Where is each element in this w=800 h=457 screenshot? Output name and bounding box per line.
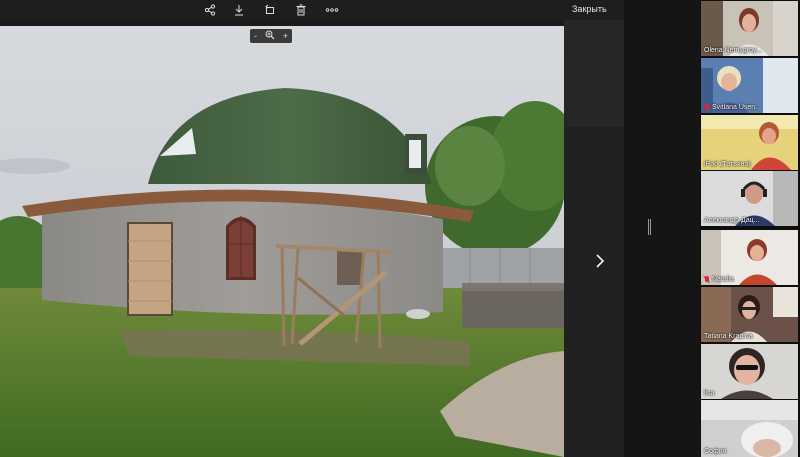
rotate-icon[interactable]	[262, 2, 278, 18]
more-icon[interactable]	[324, 2, 340, 18]
participant-name: Natalia	[704, 276, 734, 283]
participant-tile[interactable]: Tatiana Krapina	[701, 287, 798, 342]
shared-photo	[0, 26, 564, 457]
zoom-in-button[interactable]: +	[283, 31, 288, 41]
participant-tile[interactable]: София	[701, 400, 798, 457]
zoom-out-button[interactable]: -	[254, 31, 257, 41]
delete-icon[interactable]	[293, 2, 309, 18]
participant-tile[interactable]: Olena Nemygroy...	[701, 1, 798, 56]
participant-name: Tatiana Krapina	[704, 333, 753, 340]
panel-divider	[624, 0, 700, 457]
participant-name: Olena Nemygroy...	[704, 47, 762, 54]
participant-name: Александр Дац...	[704, 217, 760, 224]
participant-name: iPad (Татьяна)	[704, 161, 751, 168]
chevron-right-icon[interactable]	[592, 252, 608, 270]
resize-grip-icon[interactable]	[648, 219, 651, 235]
participant-name: Svitlana Usen...	[704, 104, 761, 111]
participant-tile[interactable]: Svitlana Usen...	[701, 58, 798, 113]
mic-muted-icon	[704, 104, 710, 111]
zoom-icon[interactable]	[265, 30, 275, 42]
download-icon[interactable]	[231, 2, 247, 18]
participant-tile[interactable]: lisa	[701, 344, 798, 399]
zoom-meeting-window: Закрыть - + Olena Nemygroy... Svitlana U…	[0, 0, 800, 457]
participant-tile[interactable]: Natalia	[701, 230, 798, 285]
zoom-control: - +	[250, 29, 292, 43]
participant-name: lisa	[704, 390, 715, 397]
participant-name: София	[704, 448, 727, 455]
mic-muted-icon	[704, 276, 710, 283]
participant-gallery: Olena Nemygroy... Svitlana Usen... iPad	[700, 0, 800, 457]
participant-tile[interactable]: iPad (Татьяна)	[701, 115, 798, 170]
close-button[interactable]: Закрыть	[572, 4, 607, 14]
photo-toolbar: Закрыть	[0, 0, 624, 20]
participant-tile-active-speaker[interactable]: Александр Дац...	[701, 171, 798, 226]
share-icon[interactable]	[202, 2, 218, 18]
photo-viewer: Закрыть - +	[0, 0, 700, 457]
viewer-side-panel	[564, 20, 624, 457]
side-panel-shade	[564, 20, 624, 127]
